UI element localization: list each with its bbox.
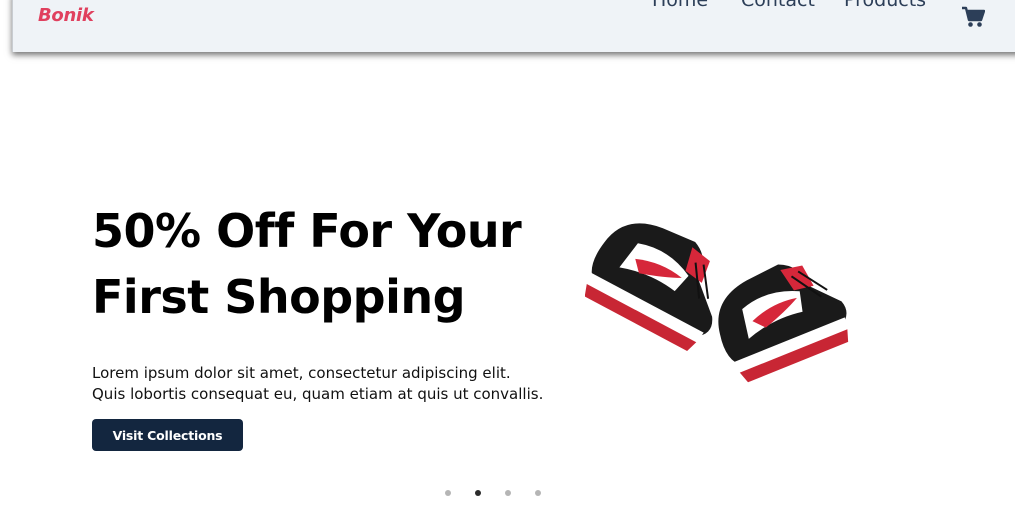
hero-description: Lorem ipsum dolor sit amet, consectetur … bbox=[92, 363, 592, 405]
nav-link-contact[interactable]: Contact bbox=[741, 0, 815, 11]
carousel-dot[interactable] bbox=[505, 490, 511, 496]
nav-link-home[interactable]: Home bbox=[652, 0, 708, 11]
shopping-cart-icon[interactable] bbox=[961, 6, 985, 28]
carousel-dots bbox=[445, 490, 541, 496]
carousel-dot-active[interactable] bbox=[475, 490, 481, 496]
nav-link-products[interactable]: Products bbox=[844, 0, 926, 11]
visit-collections-button[interactable]: Visit Collections bbox=[92, 419, 243, 451]
hero-title: 50% Off For Your First Shopping bbox=[92, 198, 572, 330]
carousel-dot[interactable] bbox=[445, 490, 451, 496]
hero-title-line-1: 50% Off For Your bbox=[92, 204, 522, 258]
brand-logo[interactable]: Bonik bbox=[38, 5, 94, 26]
top-navbar: Bonik Home Contact Products bbox=[12, 0, 1015, 52]
sneakers-image bbox=[585, 223, 849, 383]
hero-description-line-1: Lorem ipsum dolor sit amet, consectetur … bbox=[92, 364, 511, 382]
hero-title-line-2: First Shopping bbox=[92, 270, 466, 324]
carousel-dot[interactable] bbox=[535, 490, 541, 496]
hero-description-line-2: Quis lobortis consequat eu, quam etiam a… bbox=[92, 385, 544, 403]
